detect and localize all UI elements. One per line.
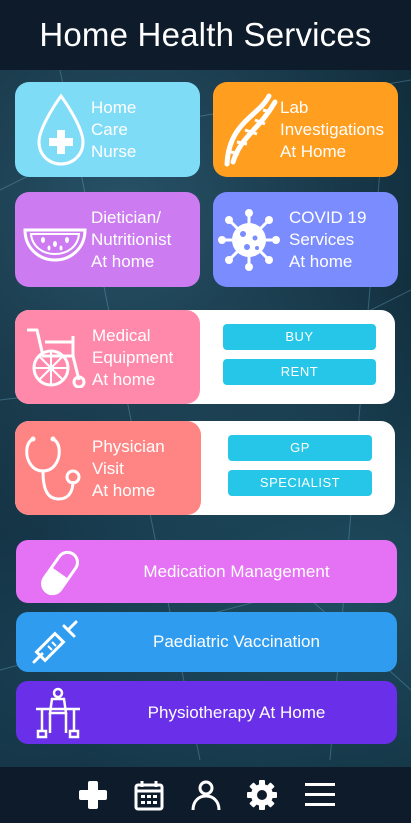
medical-equipment-button[interactable]: Medical Equipment At home: [15, 310, 200, 404]
wide-label: Medication Management: [143, 561, 330, 581]
specialist-button[interactable]: SPECIALIST: [228, 470, 372, 496]
tile-covid-19[interactable]: COVID 19 Services At home: [213, 192, 398, 287]
physiotherapy-button[interactable]: Physiotherapy At Home: [16, 681, 397, 744]
page-title: Home Health Services: [39, 16, 372, 53]
settings-icon[interactable]: [246, 779, 278, 811]
tile-dietician[interactable]: Dietician/ Nutritionist At home: [15, 192, 200, 287]
app-header: Home Health Services: [0, 0, 411, 70]
add-icon[interactable]: [77, 779, 109, 811]
gp-button[interactable]: GP: [228, 435, 372, 461]
tile-label: Dietician/ Nutritionist At home: [91, 208, 172, 271]
virus-icon: [218, 209, 280, 271]
tile-label: Home Care Nurse: [91, 98, 137, 161]
nurse-drop-icon: [37, 93, 85, 166]
syringe-icon: [32, 620, 78, 664]
wheelchair-icon: [27, 328, 86, 388]
dna-icon: [224, 93, 278, 167]
profile-icon[interactable]: [190, 779, 222, 811]
bottom-nav: [0, 767, 411, 823]
tile-label: Medical Equipment At home: [92, 326, 174, 389]
pill-icon: [41, 550, 79, 596]
calendar-icon[interactable]: [133, 779, 165, 811]
buy-button[interactable]: BUY: [223, 324, 376, 350]
tile-label: Lab Investigations At Home: [280, 98, 384, 161]
wide-label: Physiotherapy At Home: [147, 702, 326, 722]
physician-visit-button[interactable]: Physician Visit At home: [15, 421, 201, 515]
menu-icon[interactable]: [304, 779, 336, 811]
card-medical-equipment: Medical Equipment At home BUY RENT: [15, 310, 395, 404]
wide-label: Paediatric Vaccination: [153, 632, 320, 651]
medication-management-button[interactable]: Medication Management: [16, 540, 397, 603]
tile-lab-investigations[interactable]: Lab Investigations At Home: [213, 82, 398, 177]
rent-button[interactable]: RENT: [223, 359, 376, 385]
tile-home-care-nurse[interactable]: Home Care Nurse: [15, 82, 200, 177]
stethoscope-icon: [25, 436, 81, 501]
tile-label: Physician Visit At home: [92, 437, 165, 500]
watermelon-icon: [23, 228, 87, 262]
card-physician-visit: Physician Visit At home GP SPECIALIST: [15, 421, 395, 515]
tile-label: COVID 19 Services At home: [289, 208, 367, 271]
paediatric-vaccination-button[interactable]: Paediatric Vaccination: [16, 612, 397, 672]
